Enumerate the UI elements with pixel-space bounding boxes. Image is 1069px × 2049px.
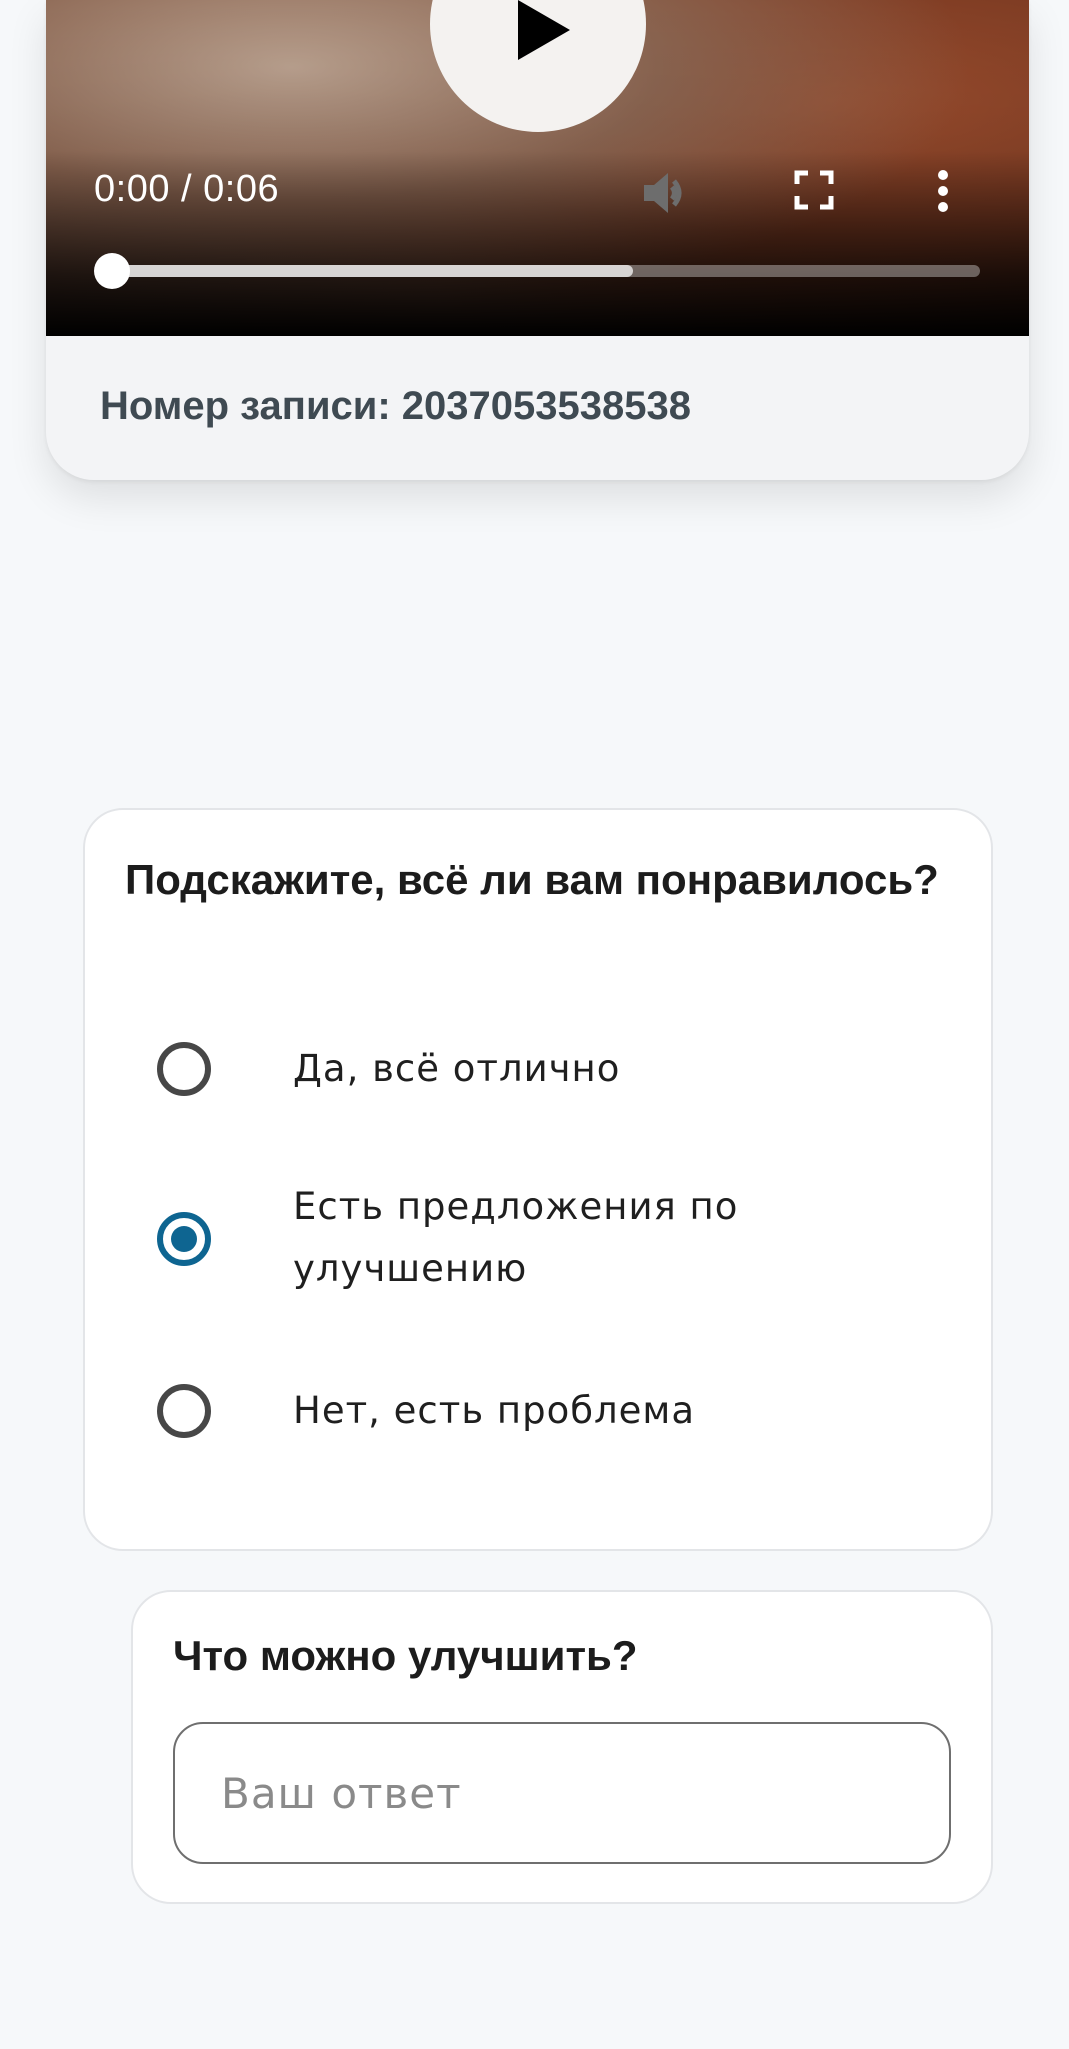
- record-number: Номер записи: 2037053538538: [100, 384, 691, 428]
- option-label: Да, всё отлично: [293, 1047, 621, 1090]
- option-problem[interactable]: Нет, есть проблема: [85, 1380, 991, 1442]
- radio-button[interactable]: [157, 1212, 211, 1266]
- play-button[interactable]: [430, 0, 646, 132]
- video-player[interactable]: 0:00 / 0:06: [46, 0, 1029, 336]
- more-options-button[interactable]: [936, 170, 950, 217]
- improve-card: Что можно улучшить?: [131, 1590, 993, 1904]
- fullscreen-icon: [794, 170, 834, 210]
- question-card: Подскажите, всё ли вам понравилось? Да, …: [83, 808, 993, 1551]
- fullscreen-button[interactable]: [794, 170, 834, 215]
- progress-thumb[interactable]: [94, 253, 130, 289]
- more-vert-icon: [938, 170, 948, 212]
- radio-button[interactable]: [157, 1384, 211, 1438]
- volume-icon: [644, 173, 682, 213]
- answer-input[interactable]: [173, 1722, 951, 1864]
- video-time: 0:00 / 0:06: [94, 168, 280, 210]
- play-icon: [518, 0, 570, 60]
- radio-button[interactable]: [157, 1042, 211, 1096]
- buffered-bar: [112, 265, 633, 277]
- video-progress-bar[interactable]: [94, 253, 980, 289]
- option-suggestions[interactable]: Есть предложения по улучшению: [85, 1176, 991, 1300]
- option-label: Нет, есть проблема: [293, 1389, 696, 1432]
- option-label: Есть предложения по улучшению: [293, 1185, 739, 1290]
- improve-title: Что можно улучшить?: [173, 1632, 638, 1679]
- question-title: Подскажите, всё ли вам понравилось?: [125, 856, 939, 903]
- video-card: 0:00 / 0:06 Номер записи: 2037053538538: [46, 0, 1029, 480]
- volume-button[interactable]: [642, 170, 692, 221]
- option-yes[interactable]: Да, всё отлично: [85, 1038, 991, 1100]
